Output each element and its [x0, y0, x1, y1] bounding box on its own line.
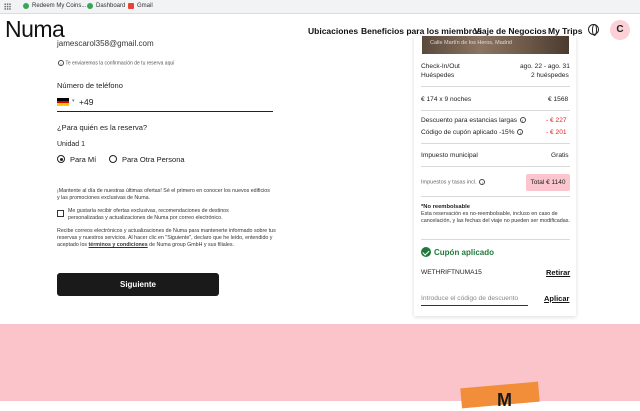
divider	[421, 86, 570, 87]
email-note: i Te enviaremos la confirmación de tu re…	[57, 60, 175, 66]
legal-text: Recibe correos electrónicos y actualizac…	[57, 228, 276, 249]
phone-label: Número de teléfono	[57, 81, 123, 90]
radio-otra-persona-label[interactable]: Para Otra Persona	[122, 155, 185, 164]
bookmark-favicon-icon	[23, 3, 29, 9]
globe-icon[interactable]	[588, 24, 599, 36]
chevron-down-icon[interactable]: ▾	[72, 98, 75, 104]
nav-my-trips[interactable]: My Trips	[548, 26, 582, 36]
discount-code-input[interactable]	[421, 292, 528, 306]
check-circle-icon	[421, 247, 431, 257]
divider	[421, 143, 570, 144]
discount-label: Descuento para estancias largas i	[421, 117, 526, 124]
coupon-label: Código de cupón aplicado -15% i	[421, 129, 524, 136]
nights-value: € 1568	[548, 96, 569, 103]
avatar[interactable]: C	[610, 20, 630, 40]
tax-value: Gratis	[551, 152, 569, 159]
divider	[421, 166, 570, 167]
bookmark-favicon-icon	[87, 3, 93, 9]
nav-ubicaciones[interactable]: Ubicaciones	[308, 26, 358, 36]
guests-value: 2 huéspedes	[531, 72, 569, 79]
phone-field[interactable]: +49	[79, 97, 93, 107]
coupon-code: WETHRIFTNUMA15	[421, 269, 482, 276]
info-icon: i	[58, 60, 64, 66]
nav-beneficios[interactable]: Beneficios para los miembros	[361, 26, 482, 36]
newsletter-checkbox[interactable]	[57, 210, 64, 217]
checkin-value: ago. 22 - ago. 31	[520, 63, 570, 70]
bookmark-gmail[interactable]: Gmail	[128, 3, 153, 9]
hotel-image-caption: Calle Martín de los Heros, Madrid	[430, 40, 512, 46]
unit-label: Unidad 1	[57, 141, 86, 148]
next-button[interactable]: Siguiente	[57, 273, 219, 296]
radio-para-mi-label[interactable]: Para Mí	[70, 155, 96, 164]
info-icon[interactable]: i	[479, 179, 486, 185]
info-icon[interactable]: i	[517, 129, 524, 136]
divider	[421, 196, 570, 197]
radio-otra-persona[interactable]	[109, 155, 117, 163]
total-price-badge: Total € 1140	[526, 174, 570, 191]
newsletter-text: ¡Mantente al día de nuestras últimas ofe…	[57, 188, 270, 202]
checkin-label: Check-In/Out	[421, 63, 460, 70]
footer-banner	[0, 324, 640, 401]
guests-label: Huéspedes	[421, 72, 455, 79]
terms-link[interactable]: términos y condiciones	[89, 242, 148, 248]
germany-flag-icon[interactable]	[57, 98, 69, 106]
divider	[421, 239, 570, 240]
radio-para-mi[interactable]	[57, 155, 65, 163]
newsletter-checkbox-label: Me gustaría recibir ofertas exclusivas, …	[68, 208, 229, 222]
phone-underline	[57, 111, 273, 112]
gmail-icon	[128, 3, 134, 9]
tax-label: Impuesto municipal	[421, 152, 478, 159]
info-icon[interactable]: i	[519, 117, 526, 124]
bookmarks-bar: Redeem My Coins... Dashboard Gmail	[0, 0, 640, 14]
bookmark-redeem[interactable]: Redeem My Coins...	[23, 3, 86, 9]
nights-label: € 174 x 9 noches	[421, 96, 472, 103]
taxes-included-label: Impuestos y tasas incl. i	[421, 179, 486, 185]
coupon-value: - € 201	[546, 129, 567, 136]
divider	[421, 110, 570, 111]
nonrefundable-title: *No reembolsable	[421, 204, 470, 210]
discount-value: - € 227	[546, 117, 567, 124]
numa-logo[interactable]: Numa	[5, 16, 65, 43]
coupon-applied-text: Cupón aplicado	[434, 248, 494, 257]
bookmark-dashboard[interactable]: Dashboard	[87, 3, 125, 9]
nonrefundable-text: Esta reservación es no-reembolsable, inc…	[421, 211, 570, 224]
apps-grid-icon[interactable]	[4, 3, 11, 10]
who-title: ¿Para quién es la reserva?	[57, 123, 148, 132]
remove-coupon-link[interactable]: Retirar	[546, 268, 570, 277]
nav-viaje-negocios[interactable]: Viaje de Negocios	[474, 26, 547, 36]
email-field[interactable]: jamescarol358@gmail.com	[57, 39, 154, 48]
apply-code-link[interactable]: Aplicar	[544, 294, 569, 303]
